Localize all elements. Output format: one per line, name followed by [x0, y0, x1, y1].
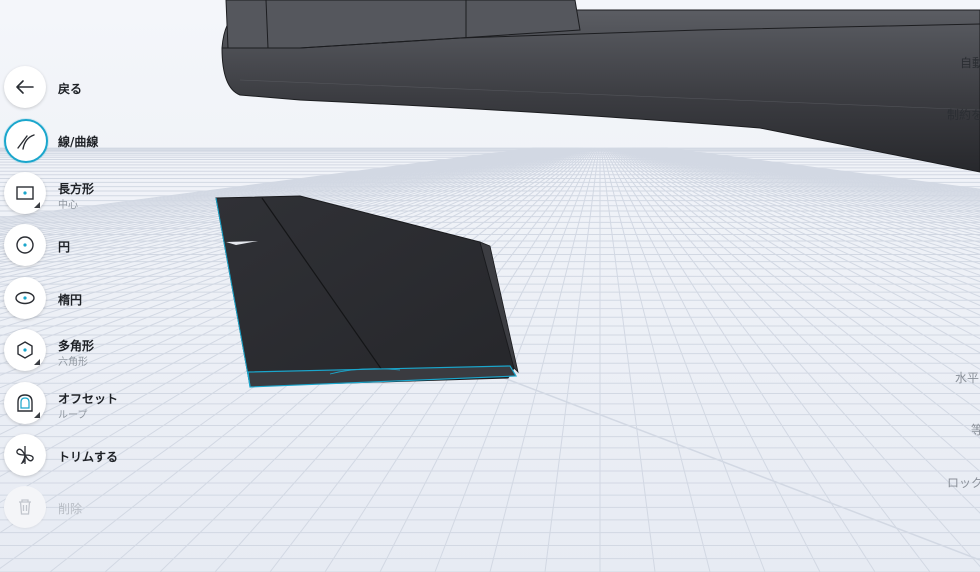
delete-label: 削除	[58, 502, 83, 516]
ellipse-label: 楕円	[58, 293, 83, 307]
submenu-indicator	[34, 359, 40, 365]
line-curve-tool[interactable]: 線/曲線	[4, 119, 194, 165]
line-curve-icon	[17, 134, 35, 150]
horizontal-label[interactable]: 水平	[955, 369, 979, 386]
offset-tool[interactable]: オフセット ループ	[4, 382, 194, 428]
submenu-indicator	[34, 412, 40, 418]
constraint-label[interactable]: 制約を	[947, 106, 980, 123]
offset-mode: ループ	[58, 410, 88, 421]
auto-label[interactable]: 自動	[960, 54, 980, 71]
ellipse-icon	[15, 291, 35, 305]
equal-label[interactable]: 等	[971, 421, 980, 438]
polygon-tool[interactable]: 多角形 六角形	[4, 329, 194, 375]
circle-tool[interactable]: 円	[4, 224, 194, 270]
rectangle-tool[interactable]: 長方形 中心	[4, 172, 194, 218]
arrow-left-icon	[16, 80, 34, 94]
submenu-indicator	[34, 202, 40, 208]
line-curve-label: 線/曲線	[58, 135, 99, 149]
ellipse-tool[interactable]: 楕円	[4, 277, 194, 323]
delete-button[interactable]: 削除	[4, 486, 194, 532]
trim-icon	[16, 446, 34, 465]
trash-icon	[19, 499, 31, 515]
circle-icon	[16, 236, 34, 254]
back-button[interactable]: 戻る	[4, 66, 194, 112]
sketch-toolbar: 戻る 線/曲線 長方形 中心 円 楕円 多角形 六角形 オフセット ループ トリ…	[0, 0, 200, 572]
back-label: 戻る	[58, 82, 83, 96]
circle-label: 円	[58, 240, 71, 254]
trim-tool[interactable]: トリムする	[4, 434, 194, 480]
trim-label: トリムする	[58, 450, 119, 464]
polygon-mode: 六角形	[58, 357, 88, 368]
offset-label: オフセット	[58, 392, 119, 406]
rectangle-label: 長方形	[58, 182, 95, 196]
rectangle-mode: 中心	[58, 200, 78, 211]
lock-label[interactable]: ロック	[947, 474, 980, 491]
polygon-label: 多角形	[58, 339, 95, 353]
